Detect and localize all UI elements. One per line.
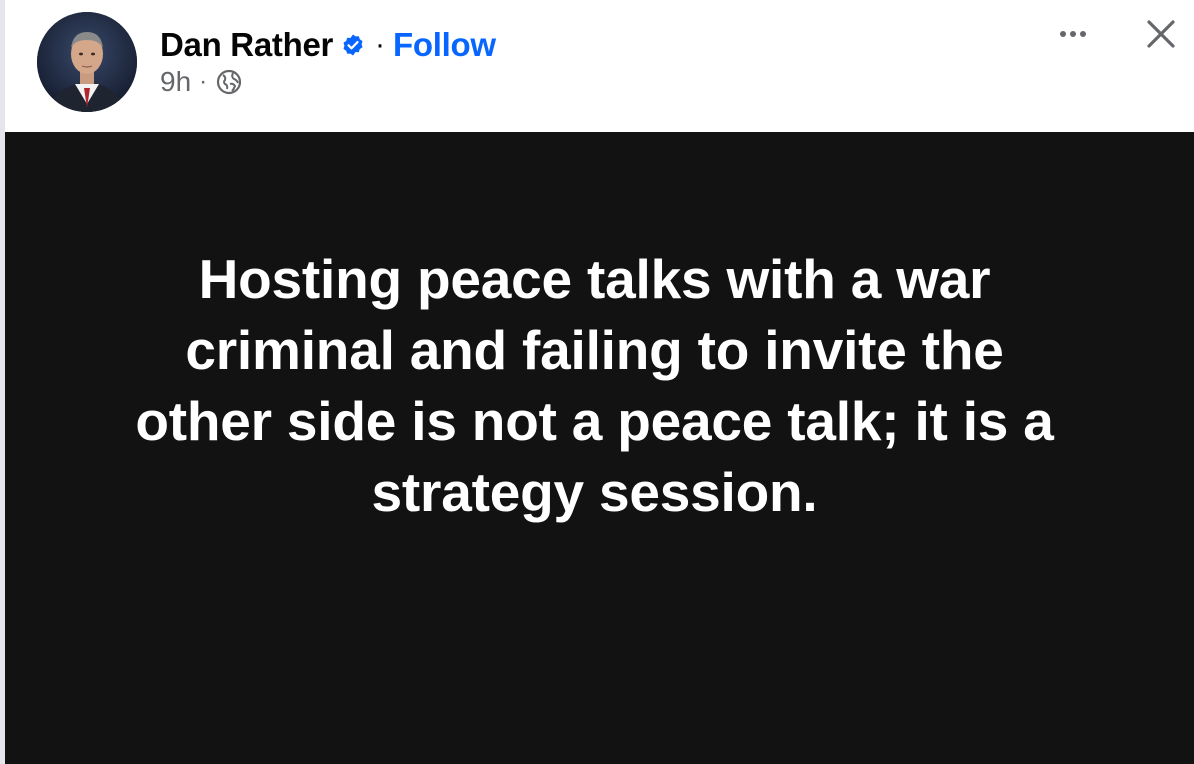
author-row: Dan Rather · Follow xyxy=(160,24,496,66)
post-text-line: Hosting peace talks with a war xyxy=(198,248,991,310)
globe-icon[interactable] xyxy=(215,68,243,96)
more-options-button[interactable] xyxy=(1051,18,1095,50)
follow-separator: · xyxy=(375,28,386,61)
author-name[interactable]: Dan Rather xyxy=(160,26,333,64)
verified-badge-icon xyxy=(341,33,365,57)
post-text-line: other side is not a peace talk; it is a xyxy=(135,390,1054,452)
post-meta: 9h · xyxy=(160,64,243,100)
close-icon xyxy=(1147,20,1175,48)
close-button[interactable] xyxy=(1141,14,1181,54)
follow-button[interactable]: Follow xyxy=(393,26,496,64)
post-timestamp[interactable]: 9h xyxy=(160,66,191,98)
meta-separator: · xyxy=(199,68,208,95)
avatar-image xyxy=(37,12,137,112)
author-avatar[interactable] xyxy=(37,12,137,112)
post-text-line: criminal and failing to invite the xyxy=(185,319,1004,381)
post-header: Dan Rather · Follow 9h · xyxy=(5,0,1194,132)
more-horizontal-icon xyxy=(1060,31,1086,37)
post-text-line: strategy session. xyxy=(371,461,818,523)
post-viewer: Dan Rather · Follow 9h · Hosting peace t… xyxy=(0,0,1194,764)
post-image-text: Hosting peace talks with a war criminal … xyxy=(80,244,1109,528)
